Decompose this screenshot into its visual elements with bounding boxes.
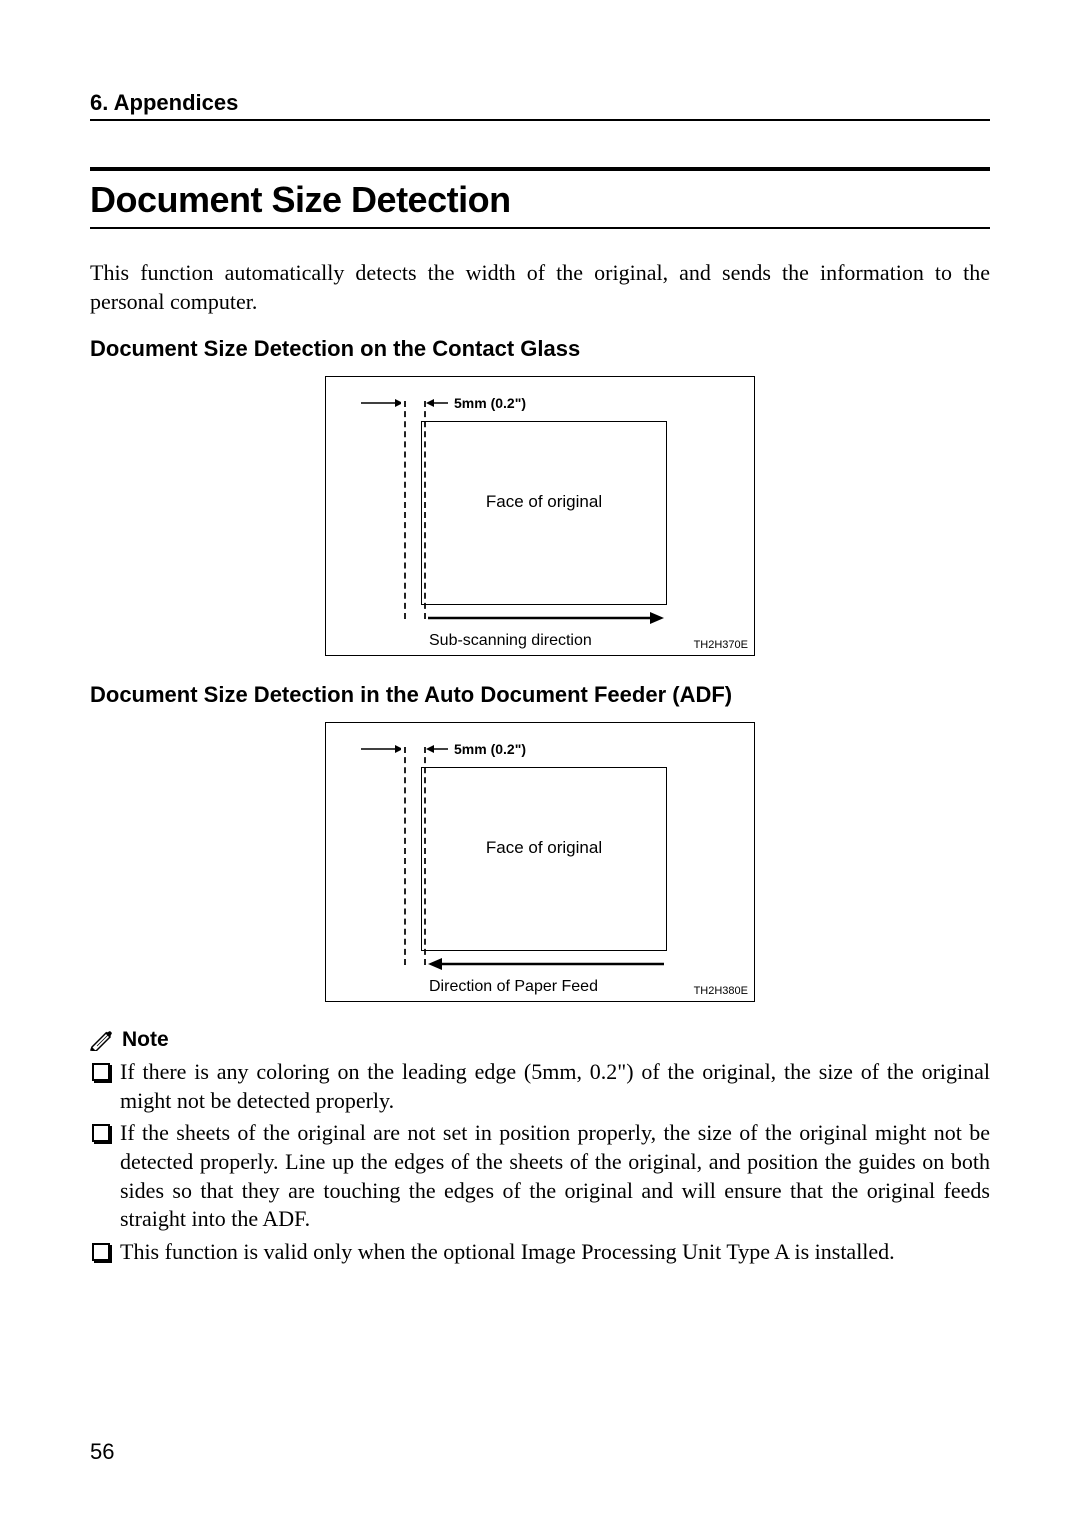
arrow-right-small-icon — [361, 743, 401, 755]
pencil-icon — [90, 1029, 116, 1051]
paper-feed-direction-label: Direction of Paper Feed — [429, 978, 598, 996]
arrow-right-small-icon — [361, 397, 401, 409]
page: 6. Appendices Document Size Detection Th… — [0, 0, 1080, 1529]
face-of-original-label: Face of original — [422, 492, 666, 512]
sub-scanning-direction-label: Sub-scanning direction — [429, 632, 592, 650]
list-item: If there is any coloring on the leading … — [120, 1058, 990, 1115]
figure-code: TH2H380E — [694, 985, 748, 997]
dashed-line-icon — [404, 401, 406, 619]
note-heading: Note — [90, 1028, 990, 1052]
arrow-left-small-icon — [426, 397, 450, 409]
list-item: This function is valid only when the opt… — [120, 1238, 990, 1267]
arrow-left-large-icon — [428, 957, 664, 971]
note-label: Note — [122, 1028, 169, 1052]
margin-label: 5mm (0.2") — [454, 395, 526, 411]
notes-list: If there is any coloring on the leading … — [90, 1058, 990, 1266]
figure-contact-glass: 5mm (0.2") Face of original Sub-scanning… — [90, 376, 990, 656]
margin-label: 5mm (0.2") — [454, 741, 526, 757]
intro-paragraph: This function automatically detects the … — [90, 259, 990, 316]
chapter-heading: 6. Appendices — [90, 90, 990, 121]
face-of-original-label: Face of original — [422, 838, 666, 858]
subheading-adf: Document Size Detection in the Auto Docu… — [90, 682, 990, 708]
dashed-line-icon — [404, 747, 406, 965]
arrow-left-small-icon — [426, 743, 450, 755]
original-face-box: Face of original — [421, 421, 667, 605]
figure-adf: 5mm (0.2") Face of original Direction of… — [90, 722, 990, 1002]
list-item: If the sheets of the original are not se… — [120, 1119, 990, 1233]
arrow-right-large-icon — [428, 611, 664, 625]
section-title: Document Size Detection — [90, 167, 990, 229]
page-number: 56 — [90, 1439, 114, 1465]
figure-code: TH2H370E — [694, 639, 748, 651]
subheading-contact-glass: Document Size Detection on the Contact G… — [90, 336, 990, 362]
original-face-box: Face of original — [421, 767, 667, 951]
